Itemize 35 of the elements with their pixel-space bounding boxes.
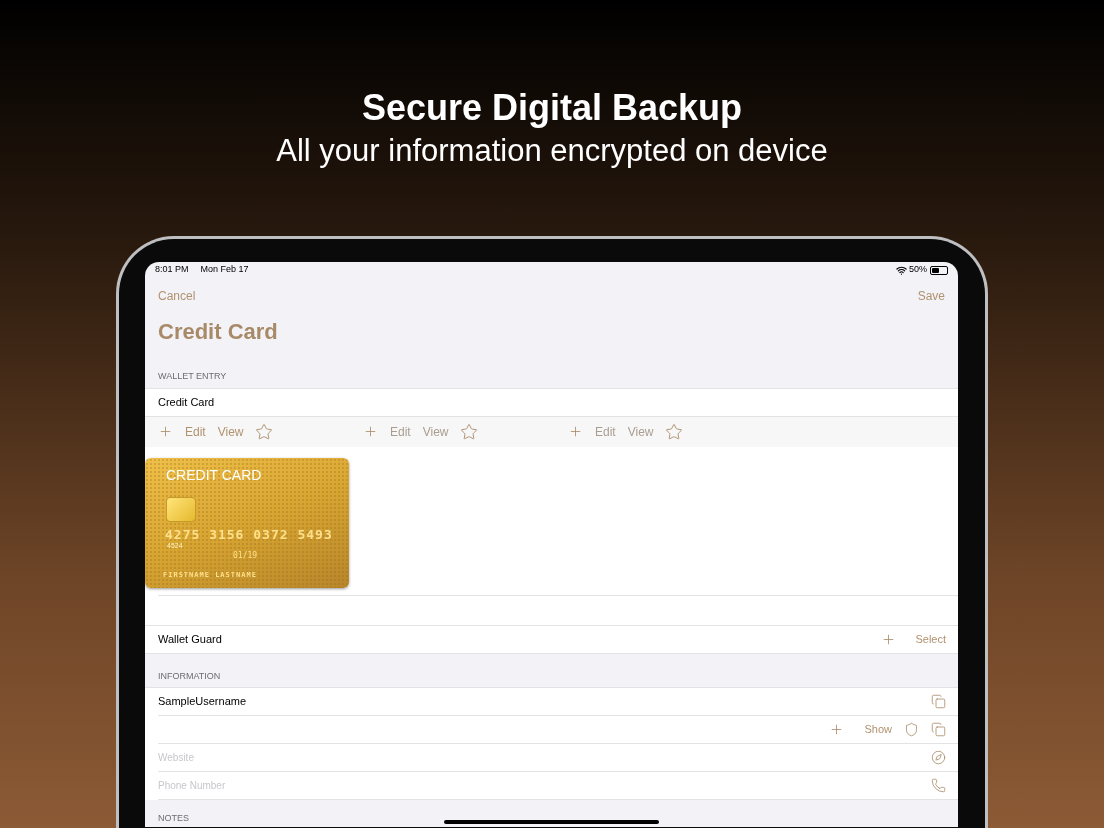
phone-icon[interactable] (931, 778, 946, 793)
edit-button[interactable]: Edit (185, 422, 206, 441)
battery-icon (930, 265, 948, 275)
status-date: Mon Feb 17 (200, 263, 250, 277)
headline-title: Secure Digital Backup (361, 86, 743, 130)
wallet-guard-label: Wallet Guard (158, 631, 223, 647)
phone-number-field[interactable]: Phone Number (158, 778, 931, 793)
view-button[interactable]: View (217, 422, 244, 441)
section-header: INFORMATION (157, 669, 222, 683)
website-field[interactable]: Website (158, 750, 931, 765)
headline-subtitle: All your information encrypted on device (276, 132, 828, 170)
battery-percent: 50% (909, 263, 927, 277)
entry-name-text: Credit Card (158, 394, 215, 410)
shield-icon[interactable] (904, 722, 919, 737)
select-button[interactable]: Select (915, 630, 946, 648)
compass-icon[interactable] (931, 750, 946, 765)
plus-icon[interactable] (829, 722, 845, 737)
page-title: Credit Card (157, 318, 279, 346)
wifi-icon (896, 264, 907, 276)
plus-icon[interactable] (158, 424, 173, 439)
username-text: SampleUsername (158, 694, 248, 710)
section-header: WALLET ENTRY (157, 370, 228, 383)
show-button[interactable]: Show (864, 721, 892, 738)
card-expiry: 01/19 (233, 549, 258, 562)
copy-icon[interactable] (931, 694, 946, 709)
save-button[interactable]: Save (917, 287, 945, 305)
card-title: CREDIT CARD (166, 465, 262, 485)
chip-icon (166, 496, 196, 522)
card-number: 4275 3156 0372 5493 (165, 525, 333, 543)
plus-icon[interactable] (881, 631, 897, 647)
status-time: 8:01 PM (155, 263, 189, 277)
section-header: NOTES (158, 813, 189, 824)
star-icon[interactable] (255, 422, 274, 441)
copy-icon[interactable] (931, 722, 946, 737)
cancel-button[interactable]: Cancel (158, 287, 196, 305)
